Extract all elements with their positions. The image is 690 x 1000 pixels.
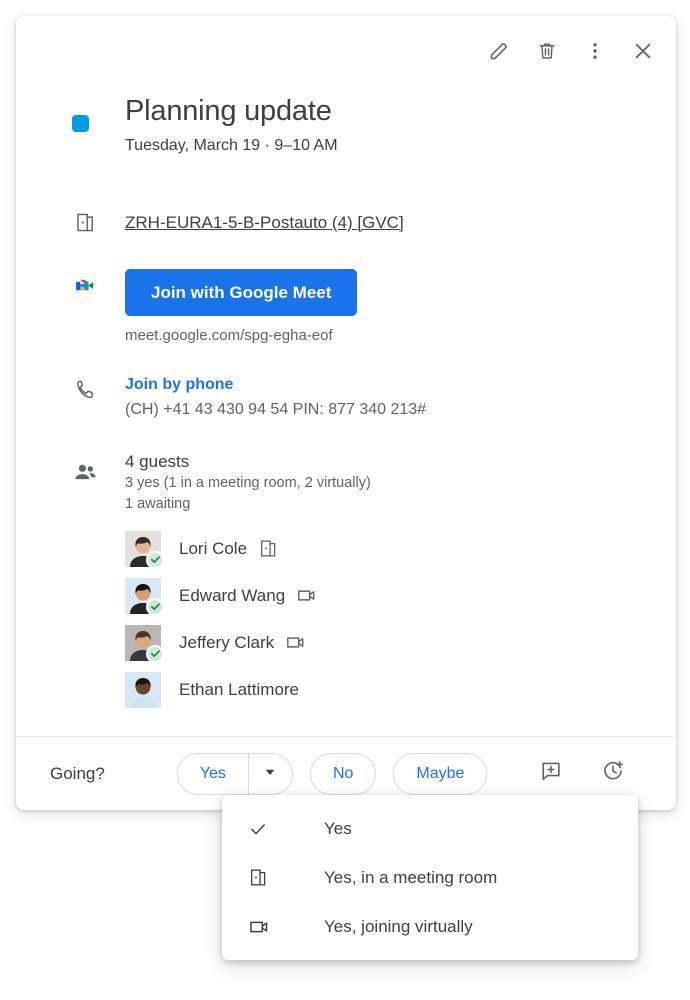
avatar bbox=[125, 624, 164, 663]
people-icon bbox=[68, 460, 102, 485]
close-button[interactable] bbox=[622, 30, 664, 72]
rsvp-no-button[interactable]: No bbox=[309, 752, 377, 795]
propose-new-time-icon bbox=[601, 759, 625, 788]
rsvp-yes-dropdown-menu: Yes Yes, in a meeting room Yes, joining vi… bbox=[222, 795, 638, 960]
guest-mode-video-camera-icon bbox=[285, 632, 306, 653]
meeting-room-icon bbox=[68, 211, 102, 234]
edit-event-button[interactable] bbox=[478, 30, 520, 72]
phone-icon bbox=[68, 378, 102, 401]
guest-item[interactable]: Edward Wang bbox=[125, 572, 676, 619]
google-meet-icon bbox=[68, 273, 102, 298]
meet-url: meet.google.com/spg-egha-eof bbox=[125, 327, 333, 344]
avatar bbox=[125, 530, 164, 569]
guest-item[interactable]: Jeffery Clark bbox=[125, 619, 676, 666]
pencil-icon bbox=[488, 40, 510, 62]
event-title-block: Planning update Tuesday, March 19 · 9–10… bbox=[16, 92, 676, 157]
menu-item-yes-in-a-meeting-room[interactable]: Yes, in a meeting room bbox=[222, 853, 638, 902]
guest-status-yes: 3 yes (1 in a meeting room, 2 virtually) bbox=[125, 475, 371, 491]
rsvp-button-group: Yes No Maybe bbox=[176, 752, 488, 795]
guest-mode-meeting-room-icon bbox=[258, 538, 279, 559]
calendar-color-dot bbox=[72, 115, 89, 132]
join-by-phone-link[interactable]: Join by phone bbox=[125, 374, 233, 396]
event-card: Planning update Tuesday, March 19 · 9–10… bbox=[16, 16, 676, 810]
more-options-button[interactable] bbox=[574, 30, 616, 72]
menu-item-yes[interactable]: Yes bbox=[222, 804, 638, 853]
phone-row: Join by phone (CH) +41 43 430 94 54 PIN:… bbox=[16, 374, 676, 421]
chevron-down-icon bbox=[264, 765, 276, 783]
guest-list: Lori Cole Edward Wang Jeffery Clark Ethan L… bbox=[125, 525, 676, 713]
join-google-meet-button[interactable]: Join with Google Meet bbox=[125, 269, 358, 316]
meet-row: Join with Google Meet meet.google.com/sp… bbox=[16, 269, 676, 346]
guest-name: Lori Cole bbox=[179, 539, 248, 558]
footer-icon-group bbox=[531, 754, 633, 794]
rsvp-accepted-badge bbox=[146, 644, 164, 663]
menu-item-label: Yes, joining virtually bbox=[324, 916, 473, 936]
event-details-popup: Planning update Tuesday, March 19 · 9–10… bbox=[0, 0, 690, 1000]
room-link[interactable]: ZRH-EURA1-5-B-Postauto (4) [GVC] bbox=[125, 211, 404, 235]
add-comment-icon bbox=[539, 759, 563, 788]
rsvp-yes-button[interactable]: Yes bbox=[178, 754, 248, 794]
guest-name: Ethan Lattimore bbox=[179, 680, 300, 699]
trash-icon bbox=[536, 40, 558, 62]
guest-mode-video-camera-icon bbox=[296, 585, 317, 606]
rsvp-yes-dropdown-toggle[interactable] bbox=[249, 754, 292, 794]
guest-name: Jeffery Clark bbox=[179, 633, 275, 652]
rsvp-accepted-badge bbox=[146, 550, 164, 569]
menu-item-label: Yes bbox=[324, 818, 352, 838]
page-title: Planning update bbox=[125, 95, 332, 127]
meeting-room-icon bbox=[248, 867, 282, 888]
rsvp-maybe-button[interactable]: Maybe bbox=[393, 752, 488, 795]
room-row: ZRH-EURA1-5-B-Postauto (4) [GVC] bbox=[16, 211, 676, 235]
menu-item-label: Yes, in a meeting room bbox=[324, 867, 498, 887]
guest-status-awaiting: 1 awaiting bbox=[125, 496, 191, 512]
guest-count: 4 guests bbox=[125, 452, 190, 471]
avatar bbox=[125, 577, 164, 616]
avatar-image bbox=[125, 671, 161, 708]
rsvp-accepted-badge bbox=[146, 597, 164, 616]
guests-row: 4 guests 3 yes (1 in a meeting room, 2 v… bbox=[16, 450, 676, 713]
going-label: Going? bbox=[50, 763, 105, 783]
more-vertical-icon bbox=[584, 40, 606, 62]
phone-number-details: (CH) +41 43 430 94 54 PIN: 877 340 213# bbox=[125, 401, 427, 418]
check-icon bbox=[248, 819, 282, 839]
guest-item[interactable]: Lori Cole bbox=[125, 525, 676, 572]
header-actions bbox=[478, 30, 664, 72]
guest-item[interactable]: Ethan Lattimore bbox=[125, 666, 676, 713]
add-comment-button[interactable] bbox=[531, 754, 571, 794]
rsvp-yes-split-button[interactable]: Yes bbox=[176, 752, 293, 795]
avatar bbox=[125, 671, 161, 708]
delete-event-button[interactable] bbox=[526, 30, 568, 72]
close-icon bbox=[631, 39, 655, 63]
menu-item-yes-joining-virtually[interactable]: Yes, joining virtually bbox=[222, 902, 638, 951]
event-datetime: Tuesday, March 19 · 9–10 AM bbox=[125, 137, 338, 154]
propose-new-time-button[interactable] bbox=[593, 754, 633, 794]
video-camera-icon bbox=[248, 916, 282, 938]
guest-name: Edward Wang bbox=[179, 586, 286, 605]
